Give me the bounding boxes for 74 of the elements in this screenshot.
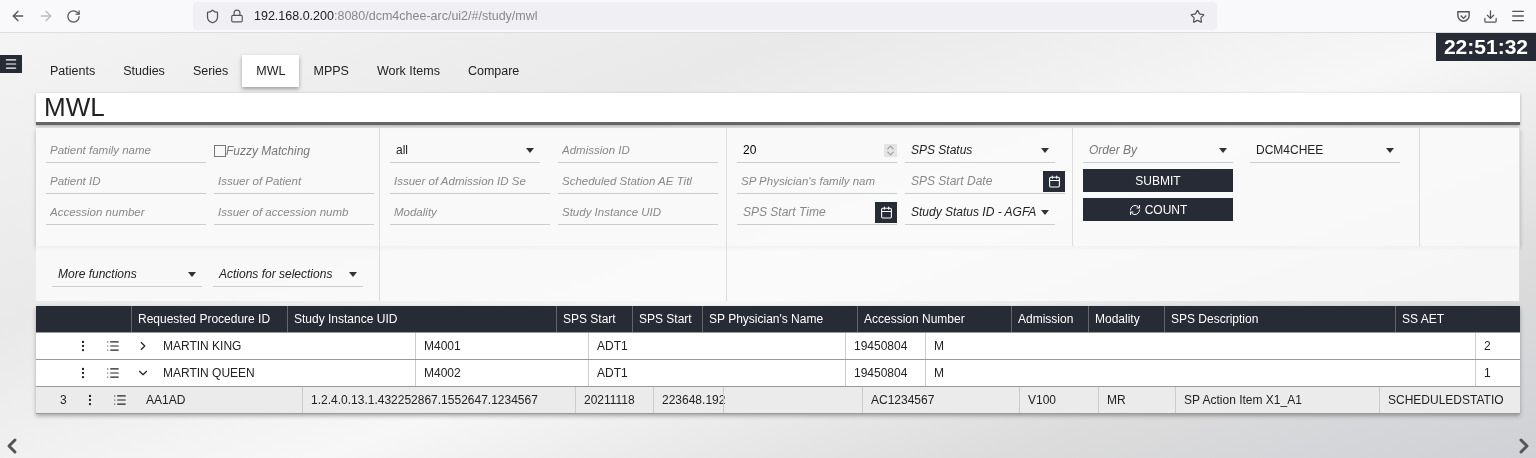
fuzzy-matching-checkbox[interactable]: Fuzzy Matching — [214, 138, 374, 163]
table-cell: M — [925, 360, 1475, 386]
lock-icon[interactable] — [230, 9, 244, 23]
list-icon[interactable] — [106, 366, 120, 380]
menu-icon — [4, 57, 18, 71]
table-cell-text: AA1AD — [145, 392, 187, 409]
number-field[interactable]: 20 — [737, 143, 884, 157]
table-cell: SCHEDULEDSTATIO — [1379, 387, 1520, 413]
date-field[interactable]: SPS Start Time — [737, 205, 875, 219]
pocket-icon[interactable] — [1456, 8, 1471, 24]
page-title: MWL — [44, 92, 105, 123]
tab[interactable]: Work Items — [362, 55, 454, 87]
action-button[interactable]: SUBMIT — [1083, 169, 1233, 192]
table-cell-text: MARTIN KING — [162, 338, 243, 355]
text-field[interactable]: Scheduled Station AE Titl — [558, 169, 718, 194]
table-cell: 2 — [1475, 333, 1520, 359]
table-cell: 1.2.4.0.13.1.432252867.1552647.1234567 — [302, 387, 575, 413]
calendar-button[interactable] — [875, 201, 897, 223]
tab[interactable]: Compare — [453, 55, 534, 87]
text-field[interactable]: Patient ID — [46, 169, 206, 194]
text-field[interactable]: Modality — [390, 200, 550, 225]
table-cell: M — [925, 333, 1475, 359]
table-cell: M4001 — [415, 333, 588, 359]
tab[interactable]: Series — [178, 55, 243, 87]
tab[interactable]: MWL — [242, 55, 300, 87]
row-number: 3 — [60, 393, 67, 407]
text-field[interactable]: Issuer of Patient — [214, 169, 374, 194]
menu-button[interactable] — [0, 55, 22, 73]
date-field[interactable]: SPS Start Date — [905, 174, 1043, 188]
menu-icon[interactable] — [1510, 8, 1526, 24]
dropdown-field[interactable]: SPS Status — [905, 138, 1055, 163]
star-icon[interactable] — [1190, 8, 1205, 24]
text-field[interactable]: Issuer of accession numb — [214, 200, 374, 225]
table-cell: SP Action Item X1_A1 — [1175, 387, 1379, 413]
calendar-button[interactable] — [1043, 170, 1065, 192]
dropdown-field[interactable]: DCM4CHEE — [1250, 138, 1400, 163]
text-field[interactable]: Accession number — [46, 200, 206, 225]
text-field[interactable]: Study Instance UID — [558, 200, 718, 225]
refresh-icon — [1128, 203, 1141, 216]
table-cell: 1 — [1475, 360, 1520, 386]
clock: 22:51:32 — [1435, 33, 1536, 61]
back-icon[interactable] — [10, 8, 26, 24]
calendar-icon — [1047, 174, 1061, 188]
dropdown-field[interactable]: all — [390, 138, 540, 163]
text-field[interactable]: Patient family name — [46, 138, 206, 163]
table-cell: 19450804 — [845, 360, 925, 386]
tab[interactable]: Patients — [36, 55, 110, 87]
table-cell: MR — [1098, 387, 1175, 413]
table-cell-text: MARTIN QUEEN — [162, 365, 256, 382]
action-button[interactable]: COUNT — [1083, 198, 1233, 221]
table-cell: V100 — [1019, 387, 1098, 413]
reload-icon[interactable] — [66, 8, 81, 24]
tab[interactable]: Studies — [109, 55, 179, 87]
text-field[interactable]: Admission ID — [558, 138, 718, 163]
dropdown-field[interactable]: Order By — [1083, 138, 1233, 163]
table-cell: 20211118 — [575, 387, 653, 413]
list-icon[interactable] — [106, 339, 120, 353]
dropdown-field[interactable]: More functions — [52, 262, 202, 287]
text-field[interactable]: Issuer of Admission ID Se — [390, 169, 550, 194]
dropdown-field[interactable]: Actions for selections — [213, 262, 363, 287]
text-field[interactable]: SP Physician's family nam — [737, 169, 897, 194]
table-cell: M4002 — [415, 360, 588, 386]
table-cell: 19450804 — [845, 333, 925, 359]
download-icon[interactable] — [1483, 8, 1498, 24]
table-cell: AC1234567 — [862, 387, 1019, 413]
dropdown-field[interactable]: Study Status ID - AGFA — [905, 200, 1055, 225]
table-cell: ADT1 — [588, 333, 845, 359]
shield-icon[interactable] — [205, 8, 220, 24]
table-cell: 223648.192 — [653, 387, 723, 413]
list-icon[interactable] — [112, 393, 127, 407]
tab[interactable]: MPPS — [299, 55, 363, 87]
table-cell: ADT1 — [588, 360, 845, 386]
calendar-icon — [879, 205, 893, 219]
address-bar[interactable]: 192.168.0.200:8080/dcm4chee-arc/ui2/#/study/mwl — [193, 2, 1217, 30]
